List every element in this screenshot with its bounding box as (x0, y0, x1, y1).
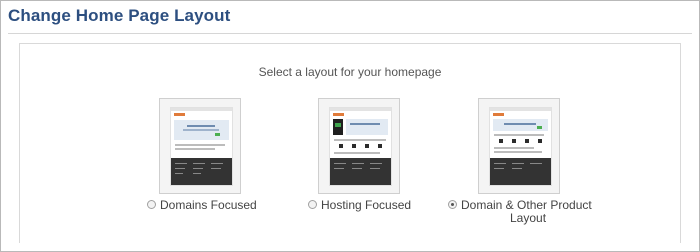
layout-options-panel: Select a layout for your homepage Domain… (19, 43, 681, 243)
layout-option-domain-other-product[interactable]: Domain & Other Product (448, 198, 592, 212)
layout-option-hosting-focused[interactable]: Hosting Focused (308, 198, 411, 212)
domains-focused-preview-image (170, 107, 233, 186)
domain-other-product-preview-image (489, 107, 552, 186)
layout-option-domains-focused[interactable]: Domains Focused (147, 198, 257, 212)
layout-thumbnail-domain-other-product[interactable] (478, 98, 560, 194)
layout-thumbnail-hosting-focused[interactable] (318, 98, 400, 194)
title-divider (8, 33, 692, 34)
hosting-focused-radio[interactable] (308, 200, 317, 210)
domains-focused-label: Domains Focused (160, 198, 257, 212)
domain-other-product-label-line1: Domain & Other Product (461, 198, 592, 212)
domain-other-product-label-line2: Layout (510, 211, 547, 225)
hosting-focused-preview-image (329, 107, 392, 186)
layout-thumbnail-domains-focused[interactable] (159, 98, 241, 194)
layout-settings-window: Change Home Page Layout Select a layout … (0, 0, 700, 252)
domains-focused-radio[interactable] (147, 200, 156, 210)
domain-other-product-radio[interactable] (448, 200, 457, 210)
layout-prompt: Select a layout for your homepage (258, 65, 442, 79)
page-title: Change Home Page Layout (8, 6, 231, 25)
hosting-focused-label: Hosting Focused (321, 198, 412, 212)
